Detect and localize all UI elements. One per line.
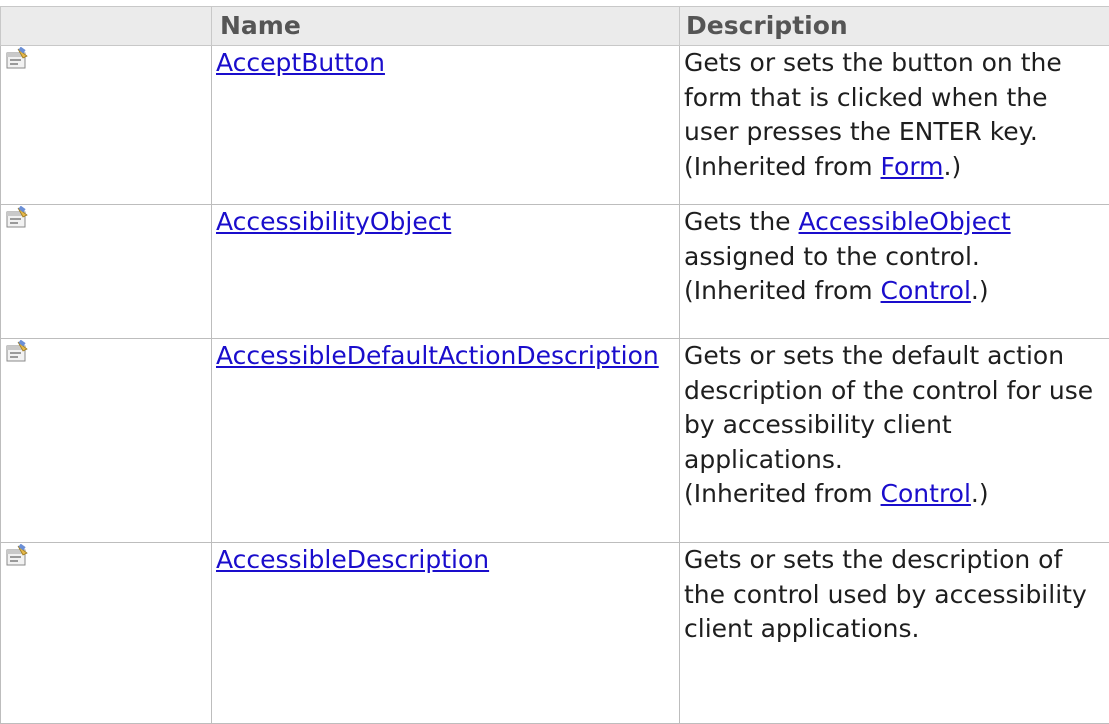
inherited-suffix: .)	[971, 276, 989, 305]
inherited-prefix: (Inherited from	[684, 152, 881, 181]
description-cell: Gets or sets the description of the cont…	[680, 543, 1109, 724]
table-row: AccessibleDescription Gets or sets the d…	[1, 543, 1109, 724]
icon-cell	[1, 339, 212, 543]
description-text: Gets or sets the default action descript…	[684, 339, 1109, 477]
inherited-note: (Inherited from Form.)	[684, 150, 1109, 185]
description-post: assigned to the control.	[684, 242, 980, 271]
table-row: AccessibleDefaultActionDescription Gets …	[1, 339, 1109, 543]
table-row: AccessibilityObject Gets the AccessibleO…	[1, 205, 1109, 339]
inherited-note: (Inherited from Control.)	[684, 274, 1109, 309]
description-link-accessibleobject[interactable]: AccessibleObject	[799, 207, 1011, 236]
description-text: Gets or sets the description of the cont…	[684, 543, 1109, 647]
public-property-icon	[5, 205, 29, 229]
public-property-icon	[5, 46, 29, 70]
icon-cell	[1, 205, 212, 339]
inherited-prefix: (Inherited from	[684, 276, 881, 305]
inherited-suffix: .)	[944, 152, 962, 181]
name-cell: AccessibleDefaultActionDescription	[212, 339, 680, 543]
icon-cell	[1, 46, 212, 205]
name-cell: AcceptButton	[212, 46, 680, 205]
header-icon-column	[1, 7, 212, 46]
name-cell: AccessibilityObject	[212, 205, 680, 339]
members-table: Name Description AcceptBut	[0, 6, 1109, 724]
inherited-suffix: .)	[971, 479, 989, 508]
public-property-icon	[5, 339, 29, 363]
table-header-row: Name Description	[1, 7, 1109, 46]
header-name[interactable]: Name	[212, 7, 680, 46]
table-row: AcceptButton Gets or sets the button on …	[1, 46, 1109, 205]
inherited-link-control[interactable]: Control	[881, 479, 971, 508]
public-property-icon	[5, 543, 29, 567]
description-cell: Gets or sets the default action descript…	[680, 339, 1109, 543]
header-description[interactable]: Description	[680, 7, 1109, 46]
icon-cell	[1, 543, 212, 724]
member-link-accessibledefaultactiondescription[interactable]: AccessibleDefaultActionDescription	[216, 341, 659, 370]
inherited-link-control[interactable]: Control	[881, 276, 971, 305]
inherited-prefix: (Inherited from	[684, 479, 881, 508]
member-link-accessibledescription[interactable]: AccessibleDescription	[216, 545, 489, 574]
description-cell: Gets the AccessibleObject assigned to th…	[680, 205, 1109, 339]
description-pre: Gets the	[684, 207, 799, 236]
inherited-note: (Inherited from Control.)	[684, 477, 1109, 512]
inherited-link-form[interactable]: Form	[881, 152, 944, 181]
member-link-accessibilityobject[interactable]: AccessibilityObject	[216, 207, 451, 236]
description-cell: Gets or sets the button on the form that…	[680, 46, 1109, 205]
member-link-acceptbutton[interactable]: AcceptButton	[216, 48, 385, 77]
description-text: Gets the AccessibleObject assigned to th…	[684, 205, 1109, 274]
description-text: Gets or sets the button on the form that…	[684, 46, 1109, 150]
name-cell: AccessibleDescription	[212, 543, 680, 724]
